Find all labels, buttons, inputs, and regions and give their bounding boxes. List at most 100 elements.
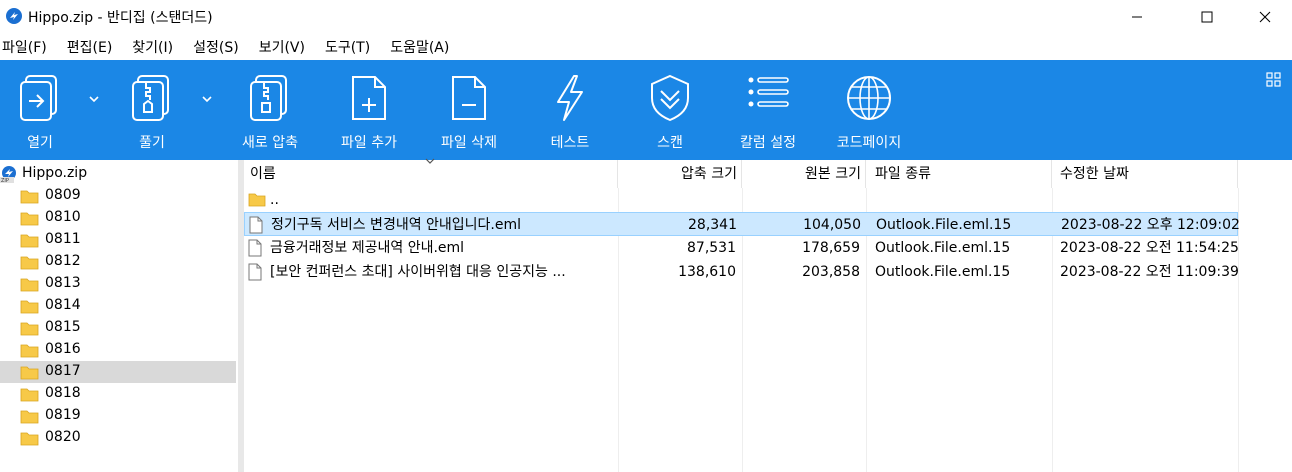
tree-folder-item[interactable]: 0809: [0, 185, 236, 207]
minimize-icon: [1132, 16, 1142, 18]
file-type: Outlook.File.eml.15: [875, 264, 1011, 280]
globe-icon: [847, 76, 891, 120]
column-header-modified[interactable]: 수정한 날짜: [1052, 160, 1238, 188]
tree-folder-item[interactable]: 0820: [0, 427, 236, 449]
close-button[interactable]: [1242, 0, 1288, 34]
document-icon: [249, 216, 263, 234]
open-button[interactable]: 열기: [0, 60, 80, 160]
tree-folder-label: 0814: [45, 297, 81, 313]
column-header-type[interactable]: 파일 종류: [866, 160, 1052, 188]
folder-icon: [248, 193, 266, 207]
document-icon: [248, 239, 262, 257]
codepage-button[interactable]: 코드페이지: [826, 60, 912, 160]
column-type-label: 파일 종류: [875, 166, 931, 182]
file-modified-date: 2023-08-22 오후 12:09:02: [1061, 217, 1239, 233]
new-archive-label: 새로 압축: [242, 135, 298, 151]
menu-find[interactable]: 찾기(I): [132, 37, 173, 57]
tree-folder-item[interactable]: 0817: [0, 361, 236, 383]
svg-text:ZIP: ZIP: [1, 178, 9, 183]
toolbar: 열기 풀기 새로 압축 파일 추가 파일 삭제 테스트 스캔 칼럼 설정 코드페…: [0, 60, 1292, 160]
file-original-size: 203,858: [802, 264, 860, 280]
bandizip-window: Hippo.zip - 반디집 (스탠더드) 파일(F) 편집(E) 찾기(I)…: [0, 0, 1292, 472]
test-button[interactable]: 테스트: [528, 60, 612, 160]
folder-tree: ZIP Hippo.zip 0809 0810 0811 0812 0813 0814 08…: [0, 160, 238, 472]
tree-folder-item[interactable]: 0812: [0, 251, 236, 273]
folder-icon: [20, 278, 39, 292]
tree-folder-item[interactable]: 0819: [0, 405, 236, 427]
scan-button[interactable]: 스캔: [628, 60, 712, 160]
bandizip-archive-icon: ZIP: [0, 166, 16, 183]
tree-folder-item[interactable]: 0811: [0, 229, 236, 251]
tree-folder-label: 0816: [45, 341, 81, 357]
add-file-icon: [352, 76, 386, 120]
extract-dropdown-icon[interactable]: [201, 94, 213, 104]
menu-view[interactable]: 보기(V): [259, 37, 305, 57]
menu-file[interactable]: 파일(F): [2, 37, 47, 57]
view-grid-icon[interactable]: [1266, 72, 1282, 88]
add-file-label: 파일 추가: [341, 135, 397, 151]
sort-arrow-icon: [425, 158, 435, 164]
column-header-original[interactable]: 원본 크기: [742, 160, 866, 188]
maximize-button[interactable]: [1184, 0, 1230, 34]
file-row[interactable]: [보안 컨퍼런스 초대] 사이버위협 대응 인공지능 ... 138,610 203…: [244, 260, 1238, 284]
open-icon: [20, 75, 57, 121]
column-name-label: 이름: [250, 166, 276, 182]
tree-folder-item[interactable]: 0815: [0, 317, 236, 339]
tree-folder-item[interactable]: 0818: [0, 383, 236, 405]
folder-icon: [20, 388, 39, 402]
file-modified-date: 2023-08-22 오전 11:54:25: [1060, 240, 1238, 256]
maximize-icon: [1201, 11, 1213, 23]
title-bar[interactable]: Hippo.zip - 반디집 (스탠더드): [0, 0, 1292, 34]
file-compressed-size: 28,341: [688, 217, 737, 233]
file-name: 금융거래정보 제공내역 안내.eml: [270, 240, 465, 256]
parent-folder-label: ..: [270, 192, 279, 208]
menu-help[interactable]: 도움말(A): [390, 37, 449, 57]
menu-settings[interactable]: 설정(S): [193, 37, 239, 57]
add-file-button[interactable]: 파일 추가: [326, 60, 412, 160]
tree-folder-label: 0819: [45, 407, 81, 423]
file-compressed-size: 87,531: [687, 240, 736, 256]
file-name: 정기구독 서비스 변경내역 안내입니다.eml: [271, 217, 522, 233]
tree-folder-label: 0811: [45, 231, 81, 247]
menu-tools[interactable]: 도구(T): [325, 37, 370, 57]
column-settings-label: 칼럼 설정: [740, 135, 796, 151]
lightning-icon: [557, 75, 583, 121]
file-row[interactable]: 금융거래정보 제공내역 안내.eml 87,531 178,659 Outlook.F…: [244, 236, 1238, 260]
tree-folder-item[interactable]: 0813: [0, 273, 236, 295]
extract-button[interactable]: 풀기: [110, 60, 194, 160]
folder-icon: [20, 256, 39, 270]
column-original-label: 원본 크기: [805, 166, 861, 182]
window-title: Hippo.zip - 반디집 (스탠더드): [28, 10, 213, 26]
tree-folder-label: 0809: [45, 187, 81, 203]
column-settings-button[interactable]: 칼럼 설정: [726, 60, 810, 160]
folder-icon: [20, 234, 39, 248]
tree-folder-label: 0820: [45, 429, 81, 445]
tree-folder-label: 0815: [45, 319, 81, 335]
zip-archive-icon: [250, 75, 287, 121]
new-archive-button[interactable]: 새로 압축: [228, 60, 312, 160]
tree-folder-label: 0817: [45, 363, 81, 379]
tree-folder-item[interactable]: 0810: [0, 207, 236, 229]
tree-root-label: Hippo.zip: [22, 165, 88, 181]
delete-file-button[interactable]: 파일 삭제: [426, 60, 512, 160]
tree-folder-item[interactable]: 0816: [0, 339, 236, 361]
minimize-button[interactable]: [1114, 0, 1160, 34]
file-compressed-size: 138,610: [678, 264, 736, 280]
list-header: 이름 압축 크기 원본 크기 파일 종류 수정한 날짜: [244, 158, 1238, 188]
column-header-name[interactable]: 이름: [244, 158, 618, 188]
file-modified-date: 2023-08-22 오전 11:09:39: [1060, 264, 1238, 280]
menu-edit[interactable]: 편집(E): [67, 37, 113, 57]
file-list: 이름 압축 크기 원본 크기 파일 종류 수정한 날짜 .. 정기구독 서비스 …: [244, 158, 1292, 472]
menu-bar: 파일(F) 편집(E) 찾기(I) 설정(S) 보기(V) 도구(T) 도움말(…: [0, 34, 1292, 60]
folder-icon: [20, 190, 39, 204]
tree-folder-item[interactable]: 0814: [0, 295, 236, 317]
parent-folder-row[interactable]: ..: [244, 188, 1238, 212]
zip-extract-icon: [132, 75, 169, 121]
column-header-compressed[interactable]: 압축 크기: [618, 160, 742, 188]
shield-icon: [651, 74, 689, 122]
file-row[interactable]: 정기구독 서비스 변경내역 안내입니다.eml 28,341 104,050 Outl…: [244, 212, 1239, 236]
column-compressed-label: 압축 크기: [681, 166, 737, 182]
test-label: 테스트: [550, 135, 590, 151]
list-columns-icon: [748, 77, 789, 107]
open-dropdown-icon[interactable]: [88, 94, 100, 104]
